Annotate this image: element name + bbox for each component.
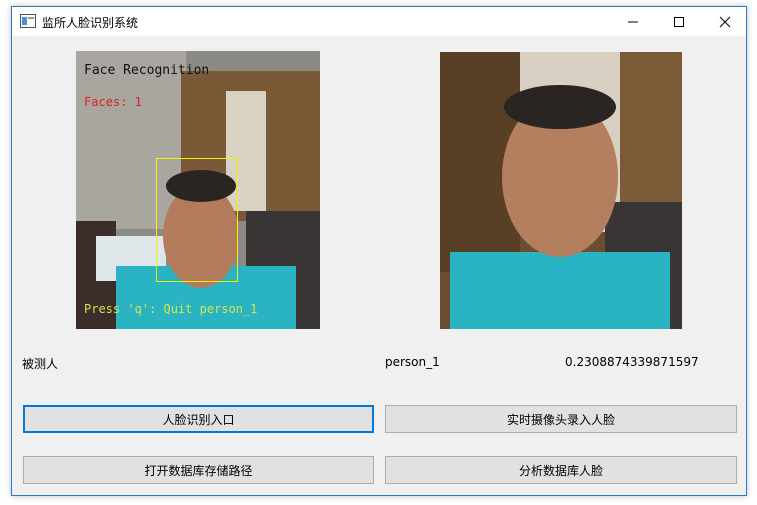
app-icon	[20, 14, 36, 28]
maximize-button[interactable]	[656, 7, 702, 36]
overlay-title: Face Recognition	[84, 63, 210, 78]
window-title: 监所人脸识别系统	[42, 16, 139, 30]
title-bar[interactable]: 监所人脸识别系统	[12, 7, 746, 36]
overlay-face-count: Faces: 1	[84, 95, 142, 109]
camera-frame: Face Recognition Faces: 1 Press 'q': Qui…	[76, 51, 320, 329]
matched-face-scene	[440, 52, 682, 329]
minimize-button[interactable]	[610, 7, 656, 36]
close-button[interactable]	[702, 7, 748, 36]
face-recognition-button[interactable]: 人脸识别入口	[23, 405, 374, 433]
subject-label: 被测人	[22, 357, 59, 371]
matched-face-image	[440, 52, 682, 329]
open-db-path-button[interactable]: 打开数据库存储路径	[23, 456, 374, 484]
face-detection-box	[156, 158, 238, 282]
camera-enroll-button[interactable]: 实时摄像头录入人脸	[385, 405, 737, 433]
minimize-icon	[628, 21, 638, 22]
recognition-score: 0.2308874339871597	[565, 355, 699, 369]
analyze-db-button[interactable]: 分析数据库人脸	[385, 456, 737, 484]
close-icon	[719, 16, 731, 27]
recognized-person-name: person_1	[385, 355, 440, 369]
maximize-icon	[674, 16, 684, 27]
app-window: 监所人脸识别系统 Face Recognition Faces: 1 Press…	[11, 6, 747, 496]
overlay-quit-hint: Press 'q': Quit person_1	[84, 302, 258, 316]
